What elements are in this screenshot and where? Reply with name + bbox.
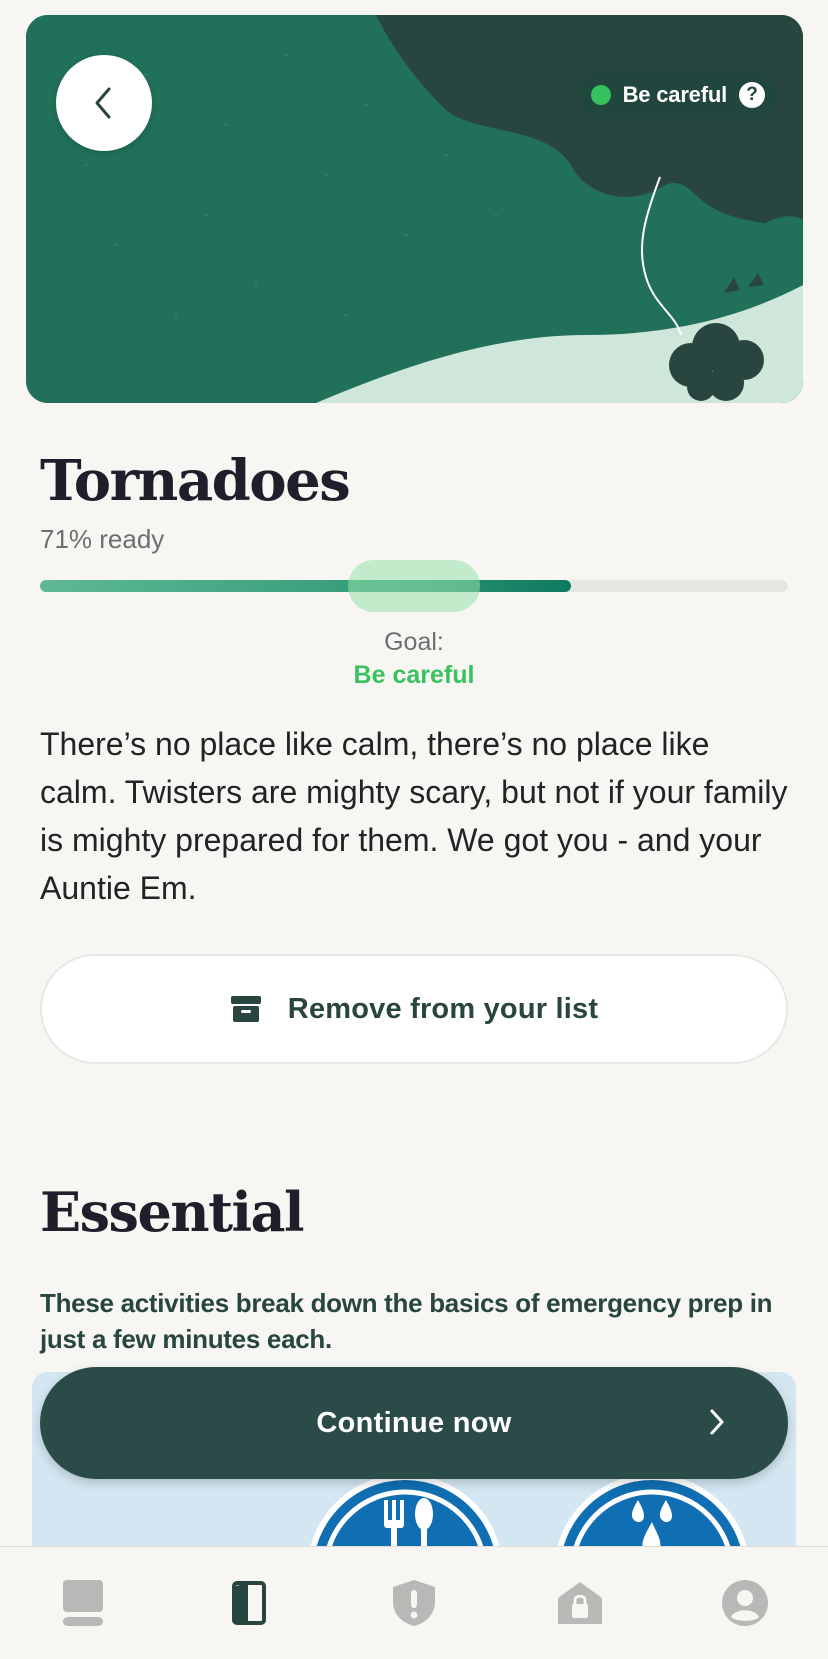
goal-marker xyxy=(348,560,480,612)
essential-section-title: Essential xyxy=(40,1180,305,1244)
remove-from-list-button[interactable]: Remove from your list xyxy=(40,954,788,1064)
chevron-left-icon xyxy=(95,87,111,119)
goal-value: Be careful xyxy=(353,661,475,689)
profile-icon xyxy=(722,1580,769,1626)
topic-description: There’s no place like calm, there’s no p… xyxy=(40,726,788,906)
status-badge[interactable]: Be careful ? xyxy=(576,71,779,119)
page-title: Tornadoes xyxy=(40,448,351,514)
question-circle-icon[interactable]: ? xyxy=(739,82,765,108)
essential-section-subtitle: These activities break down the basics o… xyxy=(40,1288,773,1354)
home-lock-icon xyxy=(557,1582,602,1624)
ready-percentage: 71% ready xyxy=(40,524,165,554)
tab-home[interactable] xyxy=(520,1563,640,1643)
tab-feed[interactable] xyxy=(23,1563,143,1643)
back-button[interactable] xyxy=(56,55,152,151)
goal-label: Goal: xyxy=(384,628,444,656)
hero-banner: Be careful ? xyxy=(26,15,803,403)
archive-box-icon xyxy=(230,996,261,1022)
feed-icon xyxy=(62,1580,103,1626)
continue-now-label: Continue now xyxy=(316,1406,512,1439)
remove-from-list-label: Remove from your list xyxy=(287,992,599,1025)
chevron-right-icon xyxy=(710,1409,724,1435)
continue-now-button[interactable]: Continue now xyxy=(40,1367,788,1479)
bottom-tab-bar xyxy=(0,1546,828,1659)
tab-guides[interactable] xyxy=(188,1563,308,1643)
status-label: Be careful xyxy=(622,82,728,107)
tab-profile[interactable] xyxy=(685,1563,805,1643)
progress-fill xyxy=(40,580,572,592)
status-dot-icon xyxy=(590,85,611,105)
book-icon xyxy=(232,1581,267,1625)
shield-alert-icon xyxy=(392,1580,435,1626)
tab-alerts[interactable] xyxy=(354,1563,474,1643)
